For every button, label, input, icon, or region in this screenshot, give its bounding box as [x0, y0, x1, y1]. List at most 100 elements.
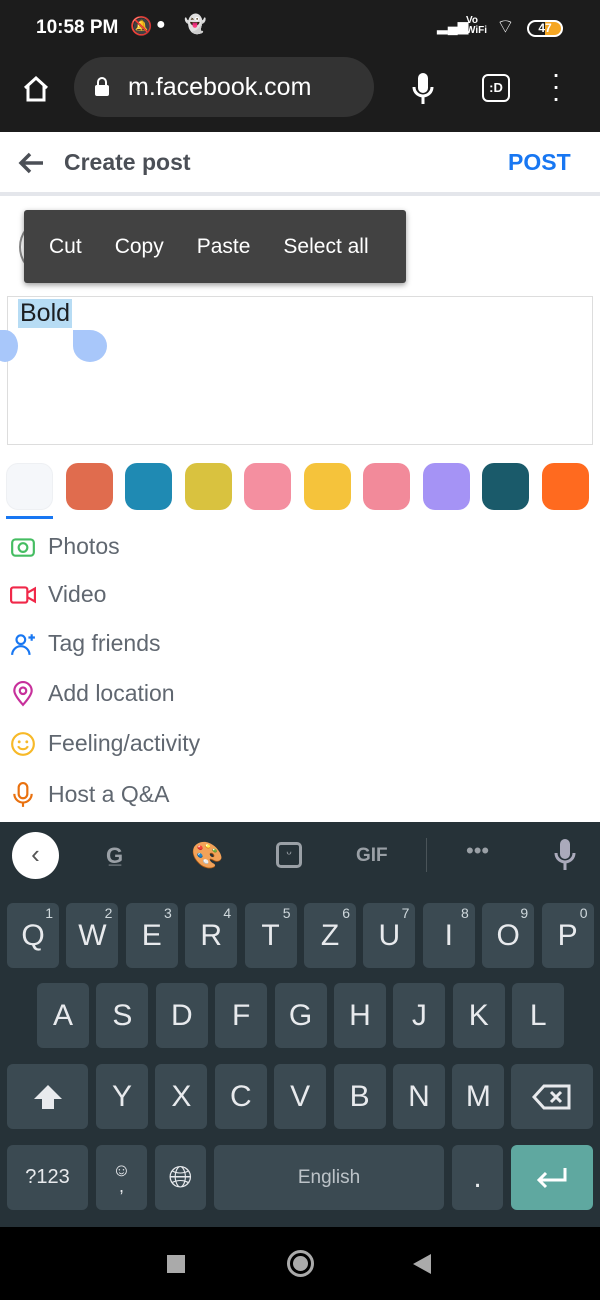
key-letter: S — [112, 998, 133, 1032]
mute-icon: 🔕 — [130, 16, 153, 36]
background-swatch[interactable] — [482, 463, 529, 510]
translate-icon[interactable]: G̲ — [106, 843, 123, 869]
key-letter: C — [229, 1079, 252, 1113]
background-swatch[interactable] — [303, 463, 351, 510]
key-d[interactable]: D — [155, 983, 208, 1048]
key-letter: H — [349, 998, 371, 1032]
background-swatch[interactable] — [184, 463, 232, 510]
background-swatch[interactable] — [422, 463, 470, 510]
background-swatch[interactable] — [6, 463, 53, 510]
key-i[interactable]: I8 — [422, 903, 475, 968]
tag-friends-icon — [11, 633, 35, 655]
key-e[interactable]: E3 — [125, 903, 178, 968]
back-arrow-icon[interactable] — [17, 151, 45, 175]
gif-button[interactable]: GIF — [356, 845, 388, 867]
post-button[interactable]: POST — [508, 149, 571, 176]
recents-button[interactable] — [167, 1255, 185, 1273]
key-u[interactable]: U7 — [363, 903, 416, 968]
key-letter: R — [200, 918, 223, 952]
key-letter: Q — [21, 918, 45, 952]
cut-menu-item[interactable]: Cut — [49, 235, 82, 259]
key-y[interactable]: Y — [96, 1064, 148, 1129]
key-letter: X — [171, 1079, 192, 1113]
backspace-key[interactable] — [511, 1064, 593, 1129]
theme-palette-icon[interactable]: 🎨 — [191, 840, 223, 871]
key-l[interactable]: L — [512, 983, 565, 1048]
composer-option-photos[interactable]: Photos — [10, 533, 120, 560]
select-all-menu-item[interactable]: Select all — [283, 235, 368, 259]
enter-key[interactable] — [511, 1145, 593, 1210]
symbols-key[interactable]: ?123 — [7, 1145, 88, 1210]
home-icon[interactable] — [21, 74, 51, 104]
key-n[interactable]: N — [393, 1064, 445, 1129]
key-v[interactable]: V — [274, 1064, 327, 1129]
tabs-icon[interactable]: :D — [482, 74, 510, 102]
location-icon — [13, 680, 33, 706]
space-key[interactable]: English — [214, 1145, 444, 1210]
key-s[interactable]: S — [96, 983, 149, 1048]
clock: 10:58 PM — [36, 17, 119, 38]
composer-option-host-a-q-a[interactable]: Host a Q&A — [10, 781, 169, 808]
post-text-input[interactable]: Bold — [7, 296, 593, 445]
globe-icon: 🌐︎ — [168, 1160, 193, 1194]
home-button[interactable] — [287, 1250, 314, 1277]
key-letter: T — [261, 918, 280, 952]
background-swatch[interactable] — [244, 463, 291, 510]
menu-icon[interactable]: · · · — [548, 60, 564, 112]
enter-icon — [536, 1167, 567, 1188]
key-h[interactable]: H — [334, 983, 386, 1048]
browser-toolbar: m.facebook.com :D · · · — [0, 56, 600, 132]
paste-menu-item[interactable]: Paste — [197, 235, 251, 259]
back-button[interactable] — [413, 1254, 431, 1274]
key-z[interactable]: Z6 — [304, 903, 356, 968]
shift-key[interactable] — [7, 1064, 88, 1129]
language-key[interactable]: 🌐︎ — [155, 1145, 206, 1210]
composer-option-video[interactable]: Video — [10, 581, 106, 608]
key-m[interactable]: M — [452, 1064, 505, 1129]
copy-menu-item[interactable]: Copy — [115, 235, 164, 259]
background-swatch[interactable] — [65, 463, 113, 510]
key-x[interactable]: X — [155, 1064, 208, 1129]
feeling-icon — [11, 731, 35, 756]
sticker-icon[interactable]: ᵕ — [276, 842, 302, 868]
key-letter: G — [288, 998, 313, 1032]
key-w[interactable]: W2 — [66, 903, 119, 968]
key-c[interactable]: C — [214, 1064, 267, 1129]
composer-option-add-location[interactable]: Add location — [10, 680, 175, 707]
mic-icon[interactable] — [412, 72, 434, 106]
key-p[interactable]: P0 — [541, 903, 594, 968]
option-label: Feeling/activity — [48, 730, 201, 756]
key-a[interactable]: A — [37, 983, 89, 1048]
background-swatch[interactable] — [125, 463, 172, 510]
wifi-icon: ⌔ — [496, 16, 515, 38]
key-t[interactable]: T5 — [244, 903, 297, 968]
background-swatch[interactable] — [363, 463, 410, 510]
key-q[interactable]: Q1 — [7, 903, 59, 968]
key-letter: N — [408, 1079, 430, 1113]
key-g[interactable]: G — [274, 983, 327, 1048]
key-r[interactable]: R4 — [185, 903, 238, 968]
composer-option-tag-friends[interactable]: Tag friends — [10, 630, 161, 657]
voice-input-icon[interactable] — [554, 838, 576, 872]
key-hint: 1 — [45, 905, 53, 921]
key-letter: K — [468, 998, 489, 1032]
key-j[interactable]: J — [393, 983, 446, 1048]
key-k[interactable]: K — [452, 983, 505, 1048]
keyboard-collapse-button[interactable]: ‹ — [12, 832, 59, 879]
key-b[interactable]: B — [333, 1064, 386, 1129]
battery-icon: 47 — [527, 20, 563, 37]
key-o[interactable]: O9 — [482, 903, 535, 968]
key-hint: 8 — [461, 905, 469, 921]
url-text: m.facebook.com — [128, 73, 312, 101]
emoji-comma-key[interactable]: ☺, — [96, 1145, 147, 1210]
selection-handle-end[interactable] — [73, 330, 107, 362]
url-field[interactable]: m.facebook.com — [74, 57, 374, 117]
signal-icon: ▂▄▆ — [437, 18, 469, 34]
period-key[interactable]: . — [452, 1145, 503, 1210]
key-f[interactable]: F — [215, 983, 268, 1048]
key-hint: 7 — [401, 905, 410, 921]
composer-option-feeling-activity[interactable]: Feeling/activity — [10, 730, 200, 757]
selected-text: Bold — [18, 299, 73, 328]
more-icon[interactable]: ••• — [466, 838, 489, 864]
background-swatch[interactable] — [541, 463, 589, 510]
